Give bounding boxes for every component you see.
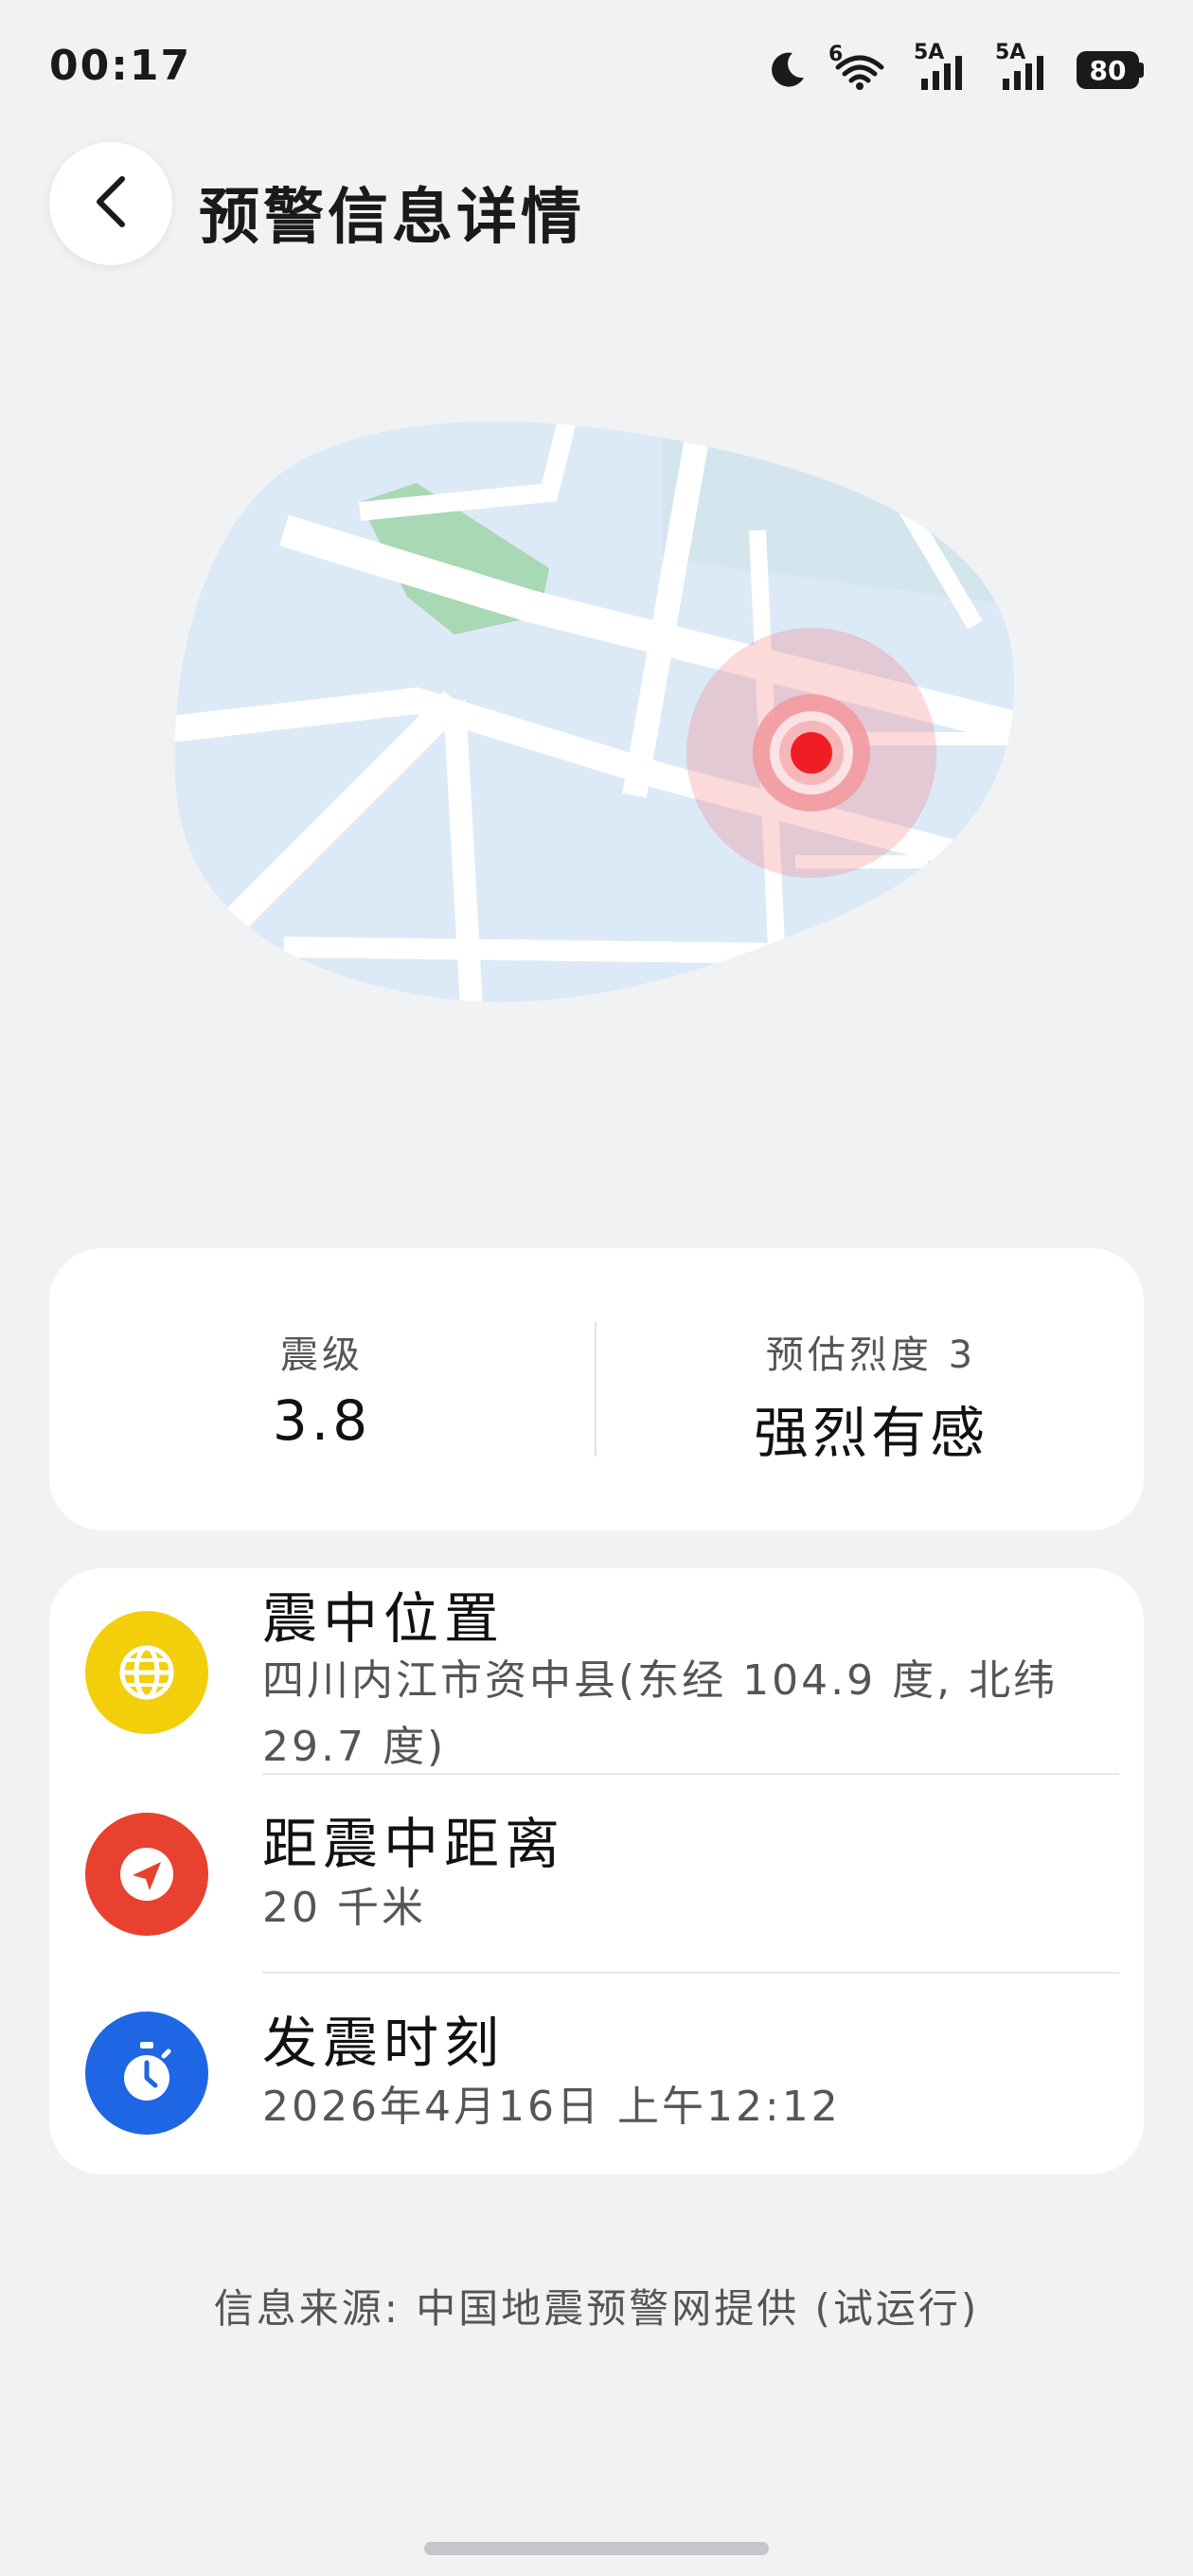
intensity-section: 预估烈度 3 强烈有感 <box>598 1248 1144 1530</box>
wifi-label: 6 <box>828 43 844 66</box>
card-divider <box>595 1322 596 1457</box>
moon-icon <box>768 49 806 91</box>
back-button[interactable] <box>49 142 172 265</box>
origin-time-value: 2026年4月16日 上午12:12 <box>262 2083 841 2131</box>
magnitude-value: 3.8 <box>272 1388 372 1453</box>
intensity-value: 强烈有感 <box>753 1401 988 1465</box>
globe-icon <box>85 1611 208 1734</box>
intensity-label: 预估烈度 3 <box>765 1333 977 1377</box>
signal-icon: 5A <box>914 41 970 92</box>
signal-icon-2: 5A <box>995 41 1052 92</box>
epicenter-row: 震中位置 四川内江市资中县(东经 104.9 度, 北纬 29.7 度) <box>49 1568 1144 1780</box>
battery-icon: 80 <box>1077 51 1144 89</box>
status-time: 00:17 <box>49 42 192 90</box>
origin-time-row: 发震时刻 2026年4月16日 上午12:12 <box>49 1974 1144 2174</box>
battery-level: 80 <box>1077 51 1139 89</box>
info-card: 震中位置 四川内江市资中县(东经 104.9 度, 北纬 29.7 度) 距震中… <box>49 1568 1144 2174</box>
page-title: 预警信息详情 <box>199 183 585 253</box>
epicenter-title: 震中位置 <box>262 1586 506 1651</box>
epicenter-value: 四川内江市资中县(东经 104.9 度, 北纬 29.7 度) <box>262 1656 1059 1771</box>
origin-time-title: 发震时刻 <box>262 2011 506 2075</box>
status-icons: 6 5A 5A 80 <box>768 41 1144 98</box>
distance-value: 20 千米 <box>262 1884 426 1932</box>
epicenter-marker <box>686 628 936 878</box>
navigation-arrow-icon <box>85 1813 208 1936</box>
source-text: 信息来源: 中国地震预警网提供 (试运行) <box>213 2285 980 2332</box>
magnitude-card: 震级 3.8 预估烈度 3 强烈有感 <box>49 1248 1144 1530</box>
wifi-icon: 6 <box>828 43 889 92</box>
status-bar: 00:17 6 5A 5A 80 <box>0 0 1193 142</box>
distance-title: 距震中距离 <box>262 1812 566 1876</box>
signal-label-2: 5A <box>995 41 1026 64</box>
map-illustration <box>170 417 1023 1042</box>
stopwatch-icon <box>85 2012 208 2135</box>
distance-row: 距震中距离 20 千米 <box>49 1775 1144 1974</box>
signal-label: 5A <box>914 41 945 64</box>
chevron-left-icon <box>92 173 130 234</box>
magnitude-section: 震级 3.8 <box>49 1248 595 1530</box>
home-indicator[interactable] <box>424 2542 769 2555</box>
magnitude-label: 震级 <box>280 1333 364 1377</box>
